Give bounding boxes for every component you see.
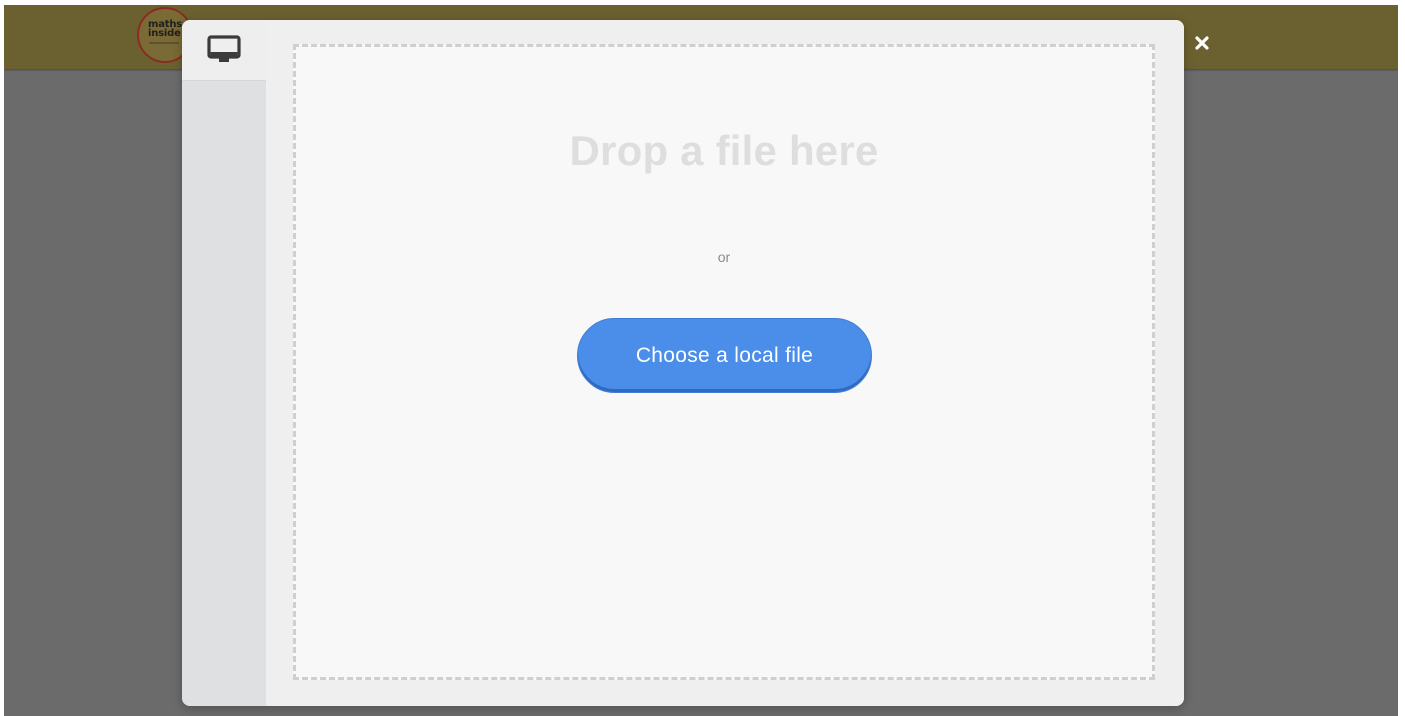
drop-title: Drop a file here — [569, 127, 879, 174]
modal-content: Drop a file here or Choose a local file — [266, 20, 1184, 706]
monitor-icon — [207, 35, 241, 62]
close-icon — [1195, 36, 1209, 50]
logo-underline — [149, 42, 179, 44]
file-dropzone[interactable]: Drop a file here or Choose a local file — [293, 44, 1155, 680]
logo-text: maths inside — [148, 19, 183, 39]
choose-local-file-button[interactable]: Choose a local file — [577, 318, 872, 393]
close-button[interactable] — [1190, 31, 1214, 55]
or-separator: or — [717, 249, 731, 265]
page-background: maths inside Drop a file here or Choose … — [4, 5, 1398, 716]
file-picker-modal: Drop a file here or Choose a local file — [182, 20, 1184, 706]
source-sidebar — [182, 20, 266, 706]
tab-local-device[interactable] — [182, 20, 266, 81]
